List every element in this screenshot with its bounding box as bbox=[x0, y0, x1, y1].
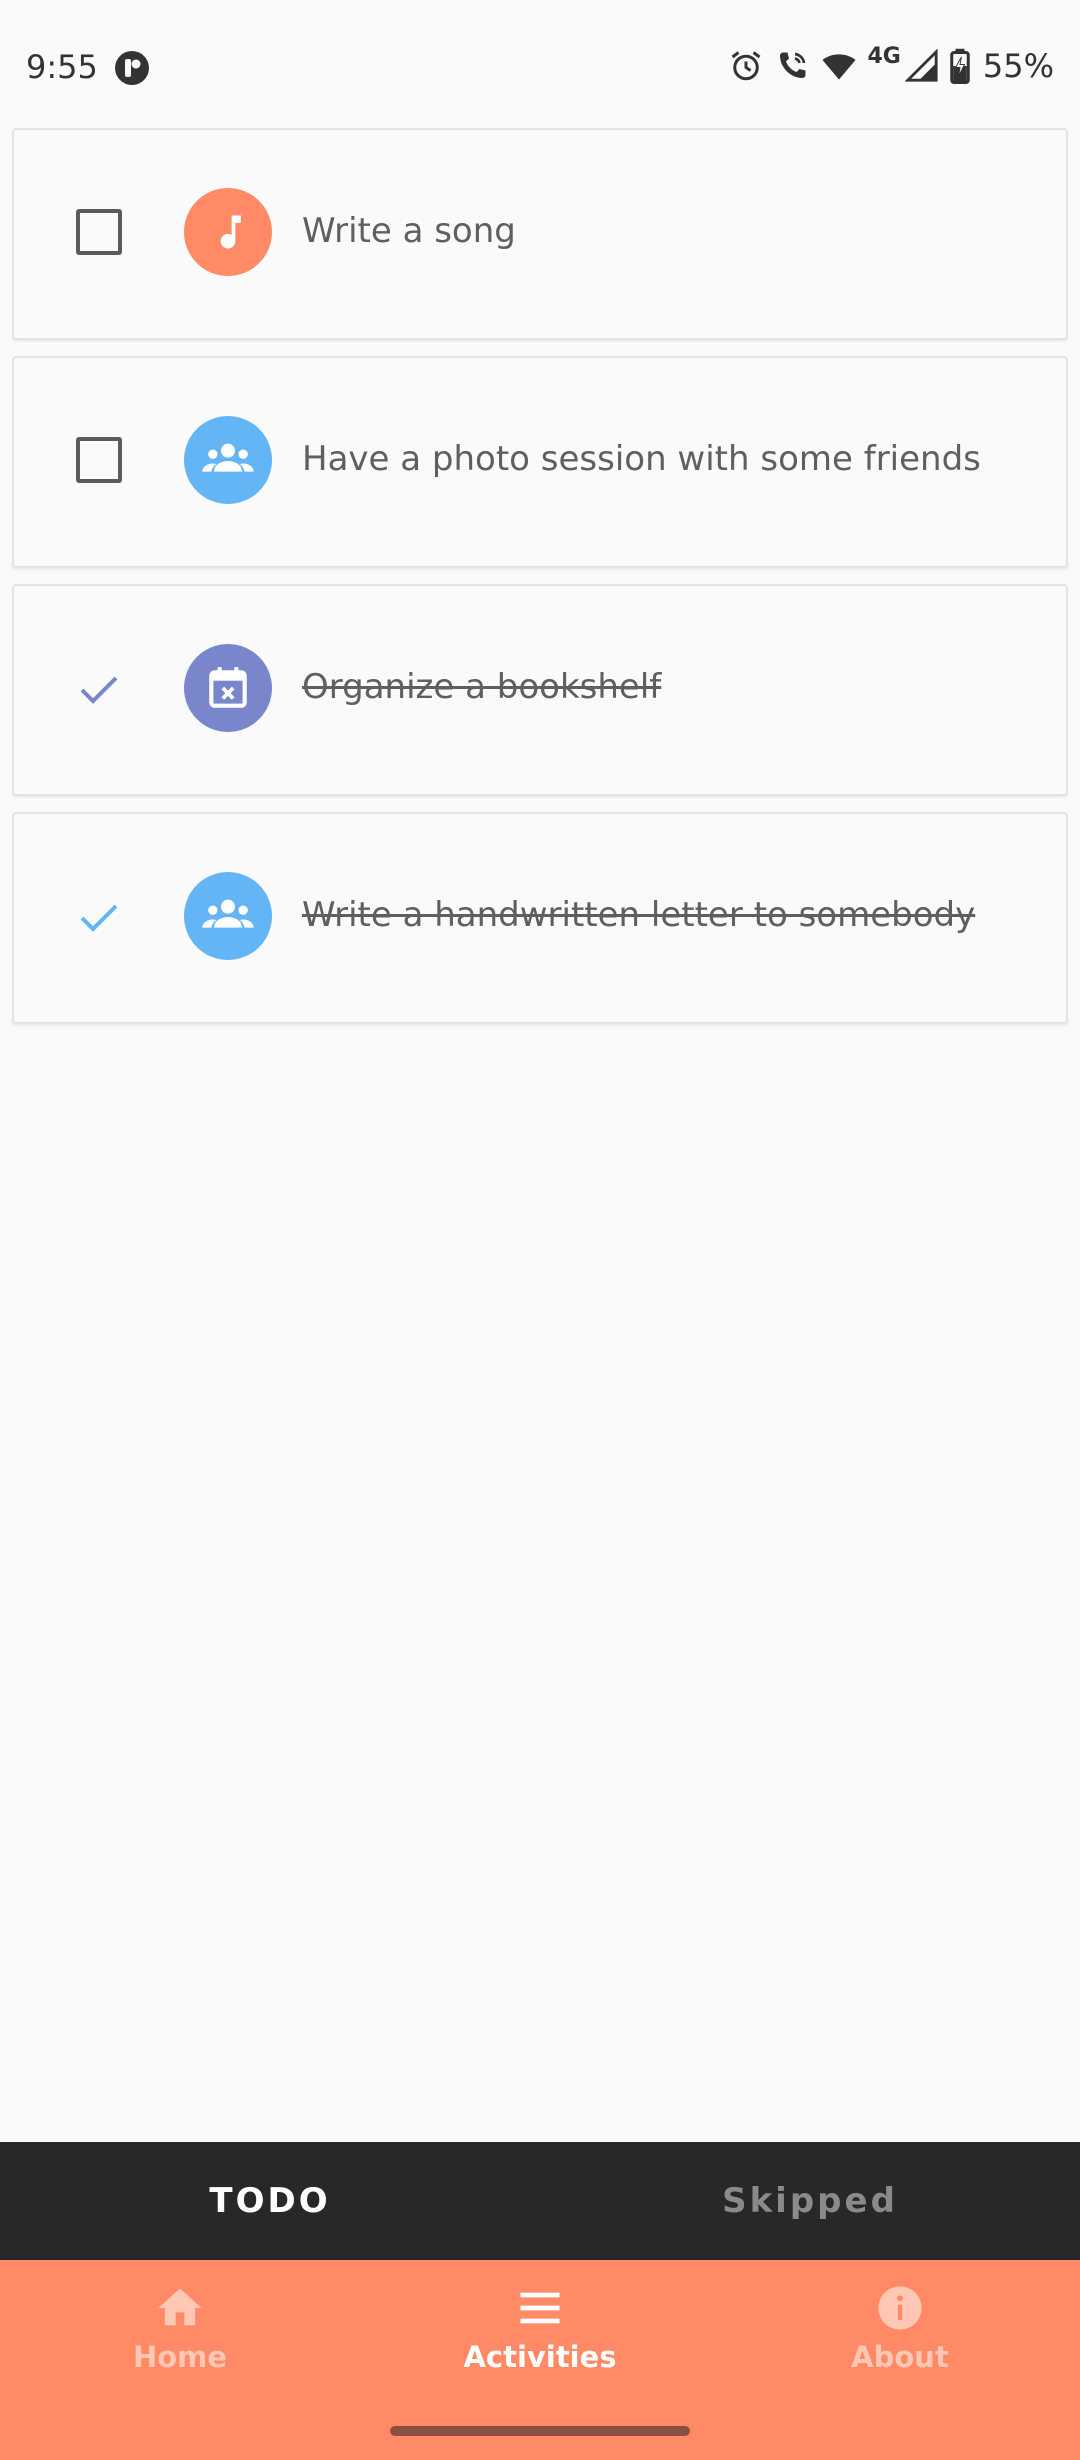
activity-list: Write a song Have a photo session with s… bbox=[12, 128, 1068, 1040]
activity-avatar bbox=[184, 872, 272, 960]
activity-card[interactable]: Have a photo session with some friends bbox=[12, 356, 1068, 568]
activity-avatar bbox=[184, 188, 272, 276]
info-icon bbox=[878, 2286, 922, 2330]
activity-title: Have a photo session with some friends bbox=[302, 439, 981, 479]
checkmark-icon[interactable] bbox=[76, 898, 122, 938]
activity-avatar bbox=[184, 644, 272, 732]
activity-title: Write a song bbox=[302, 211, 516, 251]
nav-home[interactable]: Home bbox=[50, 2282, 310, 2392]
nav-activities-label: Activities bbox=[463, 2340, 617, 2374]
nav-activities[interactable]: Activities bbox=[410, 2282, 670, 2392]
unchecked-checkbox[interactable] bbox=[76, 437, 122, 483]
nav-home-label: Home bbox=[132, 2340, 228, 2374]
nav-about[interactable]: About bbox=[770, 2282, 1030, 2392]
activity-card[interactable]: Write a song bbox=[12, 128, 1068, 340]
menu-icon bbox=[520, 2292, 560, 2324]
activity-avatar bbox=[184, 416, 272, 504]
tab-bar: TODO Skipped bbox=[0, 2142, 1080, 2260]
activity-card[interactable]: Write a handwritten letter to somebody bbox=[12, 812, 1068, 1024]
alarm-icon bbox=[731, 51, 760, 81]
calendar-x-icon bbox=[209, 667, 247, 708]
home-indicator[interactable] bbox=[390, 2426, 690, 2436]
nav-about-label: About bbox=[851, 2340, 949, 2374]
battery-percent: 55% bbox=[982, 47, 1054, 85]
activity-title: Write a handwritten letter to somebody bbox=[302, 895, 976, 935]
battery-charging-icon bbox=[950, 48, 970, 84]
wifi-call-icon bbox=[779, 52, 805, 78]
home-icon bbox=[158, 2288, 202, 2326]
status-bar: 9:55 4G 55% bbox=[0, 0, 1080, 128]
group-icon bbox=[202, 899, 254, 928]
status-icons: 4G 55% bbox=[728, 43, 1054, 88]
network-type-label: 4G bbox=[867, 43, 901, 69]
checkmark-icon[interactable] bbox=[76, 670, 122, 710]
tab-todo[interactable]: TODO bbox=[0, 2142, 540, 2260]
music-note-icon bbox=[220, 215, 241, 249]
tab-skipped[interactable]: Skipped bbox=[540, 2142, 1080, 2260]
activity-title: Organize a bookshelf bbox=[302, 667, 662, 707]
status-time: 9:55 bbox=[26, 48, 98, 86]
unchecked-checkbox[interactable] bbox=[76, 209, 122, 255]
app-notification-icon bbox=[115, 51, 149, 85]
cell-signal-icon bbox=[904, 49, 938, 82]
activity-card[interactable]: Organize a bookshelf bbox=[12, 584, 1068, 796]
group-icon bbox=[202, 443, 254, 472]
wifi-icon bbox=[822, 54, 855, 80]
